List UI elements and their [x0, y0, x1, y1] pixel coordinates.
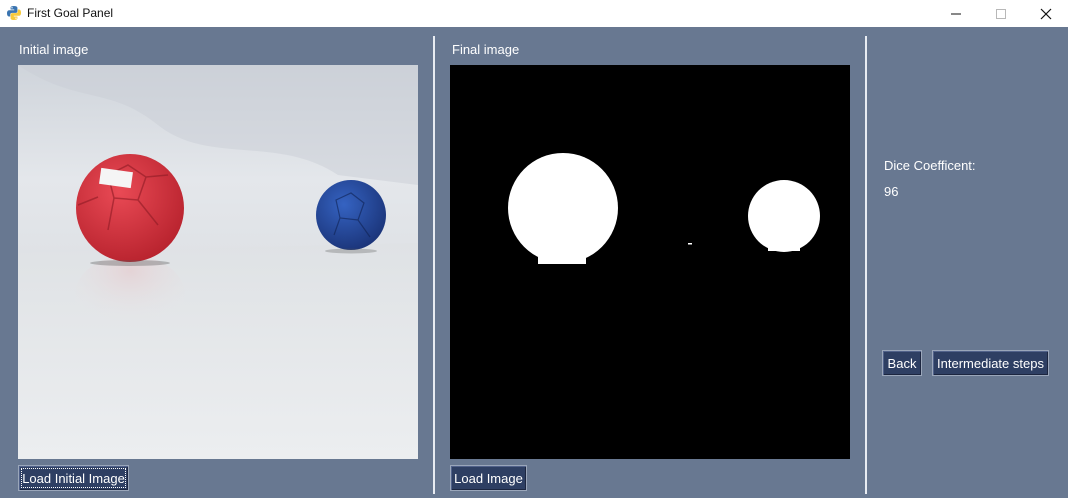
minimize-icon [951, 13, 961, 14]
dice-coefficient-value: 96 [884, 184, 899, 199]
window-titlebar: First Goal Panel [0, 0, 1068, 27]
maximize-button[interactable] [978, 0, 1024, 27]
final-image-label: Final image [452, 42, 520, 57]
divider-left [433, 36, 435, 494]
close-icon [1040, 8, 1052, 19]
minimize-button[interactable] [933, 0, 979, 27]
python-app-icon [7, 6, 21, 20]
blue-ball-icon [316, 180, 386, 250]
window-title: First Goal Panel [27, 6, 114, 20]
mask-red-ball-icon [508, 153, 618, 263]
close-button[interactable] [1023, 0, 1068, 27]
initial-image [18, 65, 418, 459]
red-ball-icon [76, 154, 184, 262]
final-image [450, 65, 850, 459]
load-initial-image-button[interactable]: Load Initial Image [18, 465, 129, 491]
initial-photo-icon [18, 65, 418, 459]
maximize-icon [996, 8, 1006, 19]
load-image-button[interactable]: Load Image [450, 465, 527, 491]
initial-image-label: Initial image [19, 42, 89, 57]
mask-blue-ball-icon [748, 180, 820, 252]
intermediate-steps-button[interactable]: Intermediate steps [932, 350, 1049, 376]
back-button[interactable]: Back [882, 350, 922, 376]
segmentation-mask-icon [450, 65, 850, 459]
main-content: Initial image Load Initial Image Final i… [0, 27, 1068, 498]
divider-right [865, 36, 867, 494]
dice-coefficient-label: Dice Coefficent: [884, 158, 976, 173]
